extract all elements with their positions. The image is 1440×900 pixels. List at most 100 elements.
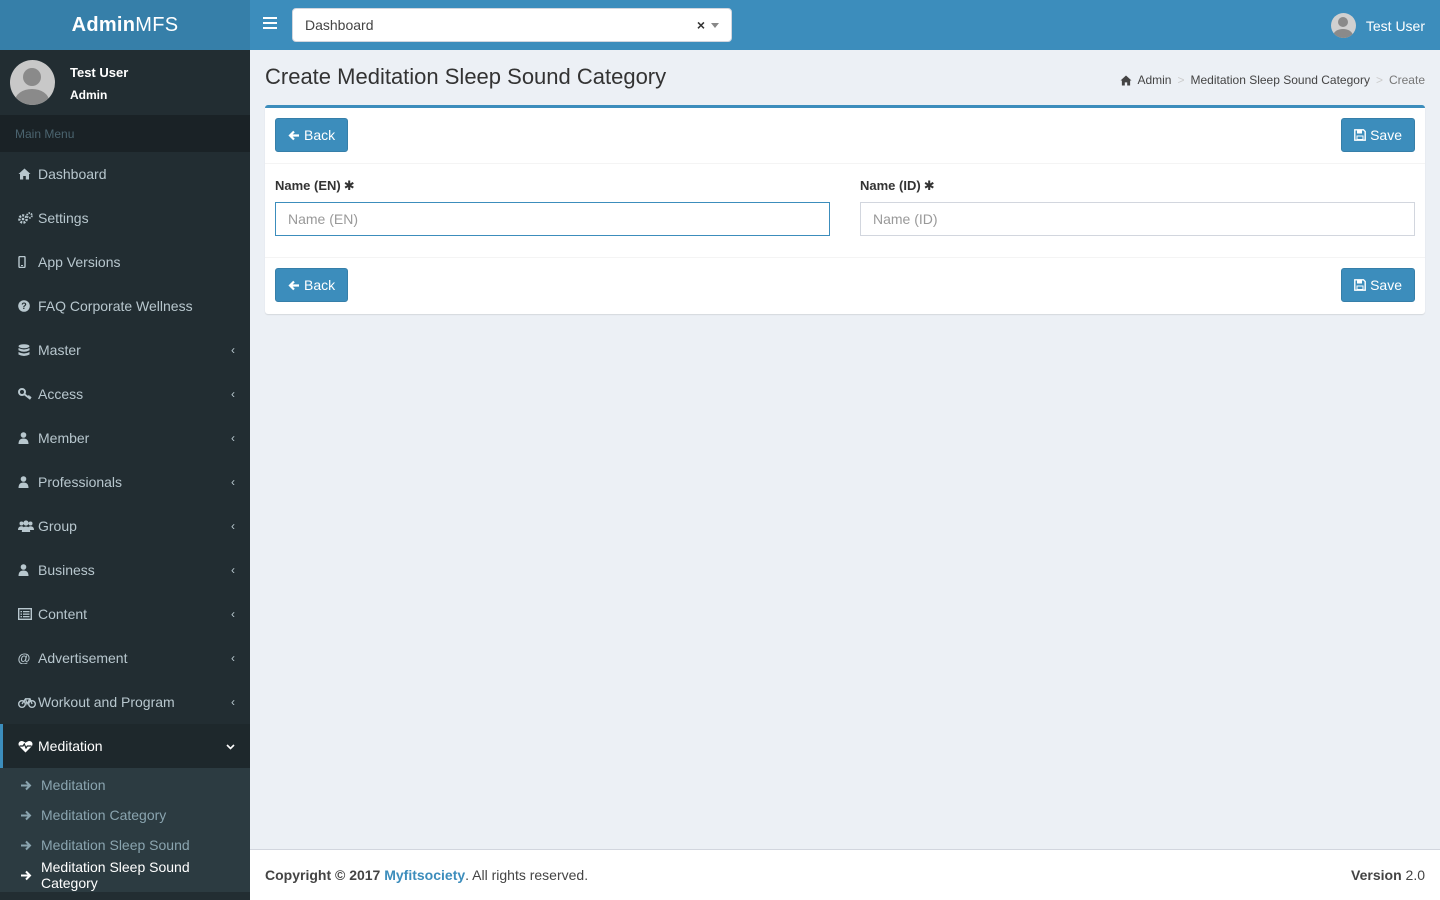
- copyright-prefix: Copyright © 2017: [265, 867, 381, 883]
- sidebar-item-master[interactable]: Master ‹: [0, 328, 250, 372]
- sidebar-item-meditation[interactable]: Meditation: [0, 724, 250, 768]
- chevron-left-icon: ‹: [231, 343, 235, 357]
- page-select[interactable]: Dashboard ×: [292, 8, 732, 42]
- version: Version 2.0: [1351, 867, 1425, 883]
- sidebar-item-member[interactable]: Member ‹: [0, 416, 250, 460]
- sidebar-item-app-versions[interactable]: App Versions: [0, 240, 250, 284]
- name-id-label-text: Name (ID): [860, 178, 921, 193]
- breadcrumb-separator: >: [1375, 73, 1383, 87]
- chevron-left-icon: ‹: [231, 651, 235, 665]
- sidebar-item-workout-and-program[interactable]: Workout and Program ‹: [0, 680, 250, 724]
- user-icon: [18, 432, 38, 444]
- arrow-left-icon: [288, 130, 300, 141]
- sidebar-item-content[interactable]: Content ‹: [0, 592, 250, 636]
- user-icon: [18, 564, 38, 576]
- sidebar-item-label: Advertisement: [38, 650, 128, 666]
- required-asterisk-icon: ✱: [343, 178, 355, 193]
- save-button-label: Save: [1370, 127, 1402, 143]
- breadcrumb-separator: >: [1177, 73, 1185, 87]
- sidebar-item-label: Dashboard: [38, 166, 107, 182]
- user-icon: [18, 476, 38, 488]
- breadcrumb-item-category[interactable]: Meditation Sleep Sound Category: [1191, 73, 1370, 87]
- brand-link[interactable]: Myfitsociety: [384, 867, 465, 883]
- users-icon: [18, 520, 38, 532]
- sidebar-item-group[interactable]: Group ‹: [0, 504, 250, 548]
- sidebar-item-label: Master: [38, 342, 81, 358]
- arrow-left-icon: [288, 280, 300, 291]
- back-button[interactable]: Back: [275, 268, 349, 302]
- sidebar-user-panel: Test User Admin: [0, 50, 250, 115]
- svg-text:?: ?: [21, 301, 27, 311]
- sidebar-user-role: Admin: [70, 88, 108, 102]
- chevron-left-icon: ‹: [231, 563, 235, 577]
- sidebar: Admin MFS Test User Admin Main Menu Dashb…: [0, 0, 250, 900]
- submenu-item-meditation-sleep-sound[interactable]: Meditation Sleep Sound: [0, 830, 250, 860]
- top-navbar: Dashboard × Test User: [250, 0, 1440, 50]
- home-icon: [1120, 74, 1132, 86]
- submenu-item-label: Meditation Sleep Sound: [41, 837, 190, 853]
- logo-bold-text: Admin: [71, 13, 136, 36]
- sidebar-item-access[interactable]: Access ‹: [0, 372, 250, 416]
- navbar-user-menu[interactable]: Test User: [1330, 13, 1425, 38]
- svg-text:@: @: [18, 652, 30, 664]
- name-en-label: Name (EN) ✱: [275, 178, 355, 194]
- page-title: Create Meditation Sleep Sound Category: [265, 64, 667, 89]
- back-button[interactable]: Back: [275, 118, 349, 152]
- app-logo[interactable]: Admin MFS: [0, 0, 250, 50]
- sidebar-item-label: Access: [38, 386, 84, 402]
- sidebar-user-name: Test User: [70, 65, 129, 80]
- submenu-item-meditation-sleep-sound-category[interactable]: Meditation Sleep Sound Category: [0, 859, 250, 891]
- clear-icon[interactable]: ×: [697, 17, 705, 33]
- back-button-label: Back: [304, 277, 336, 293]
- sidebar-item-label: Group: [38, 518, 77, 534]
- breadcrumb: Admin > Meditation Sleep Sound Category …: [1120, 73, 1425, 87]
- sidebar-item-label: Meditation: [38, 738, 103, 754]
- required-asterisk-icon: ✱: [923, 178, 935, 193]
- save-icon: [1354, 279, 1366, 291]
- sidebar-item-label: App Versions: [38, 254, 121, 270]
- gears-icon: [18, 211, 38, 225]
- list-alt-icon: [18, 608, 38, 620]
- caret-down-icon[interactable]: [711, 22, 719, 28]
- sidebar-item-advertisement[interactable]: @ Advertisement ‹: [0, 636, 250, 680]
- sidebar-item-settings[interactable]: Settings: [0, 196, 250, 240]
- copyright: Copyright © 2017 Myfitsociety. All right…: [265, 867, 588, 883]
- chevron-left-icon: ‹: [231, 519, 235, 533]
- sidebar-item-label: Member: [38, 430, 90, 446]
- chevron-left-icon: ‹: [231, 695, 235, 709]
- name-id-input[interactable]: [860, 202, 1415, 236]
- chevron-left-icon: ‹: [231, 475, 235, 489]
- form-box: Back Save Name (EN)✱ Name (ID)✱ Back Sav…: [265, 105, 1425, 314]
- submenu-item-meditation-category[interactable]: Meditation Category: [0, 800, 250, 830]
- sidebar-item-faq-corporate-wellness[interactable]: ? FAQ Corporate Wellness: [0, 284, 250, 328]
- breadcrumb-item-admin[interactable]: Admin: [1137, 73, 1171, 87]
- chevron-left-icon: ‹: [231, 387, 235, 401]
- menu-header: Main Menu: [0, 115, 250, 152]
- sidebar-item-professionals[interactable]: Professionals ‹: [0, 460, 250, 504]
- name-en-input[interactable]: [275, 202, 830, 236]
- arrow-right-icon: [20, 870, 41, 881]
- breadcrumb-item-create: Create: [1388, 73, 1425, 87]
- save-button[interactable]: Save: [1341, 268, 1415, 302]
- version-label: Version: [1351, 867, 1402, 883]
- sidebar-item-label: Business: [38, 562, 95, 578]
- chevron-left-icon: ‹: [231, 431, 235, 445]
- sidebar-item-label: Professionals: [38, 474, 123, 490]
- arrow-right-icon: [20, 780, 41, 791]
- sidebar-item-dashboard[interactable]: Dashboard: [0, 152, 250, 196]
- name-en-label-text: Name (EN): [275, 178, 341, 193]
- bicycle-icon: [18, 697, 38, 708]
- save-icon: [1354, 129, 1366, 141]
- sidebar-item-label: Settings: [38, 210, 89, 226]
- name-id-label: Name (ID) ✱: [860, 178, 935, 194]
- sidebar-item-label: Content: [38, 606, 88, 622]
- submenu-item-meditation[interactable]: Meditation: [0, 770, 250, 800]
- sidebar-item-label: FAQ Corporate Wellness: [38, 298, 193, 314]
- form-box-footer: Back Save: [265, 257, 1425, 314]
- save-button[interactable]: Save: [1341, 118, 1415, 152]
- submenu-item-label: Meditation Category: [41, 807, 167, 823]
- save-button-label: Save: [1370, 277, 1402, 293]
- sidebar-toggle-icon[interactable]: [263, 17, 277, 31]
- sidebar-item-business[interactable]: Business ‹: [0, 548, 250, 592]
- sidebar-menu: Dashboard Settings App Versions ? FAQ Co…: [0, 152, 250, 892]
